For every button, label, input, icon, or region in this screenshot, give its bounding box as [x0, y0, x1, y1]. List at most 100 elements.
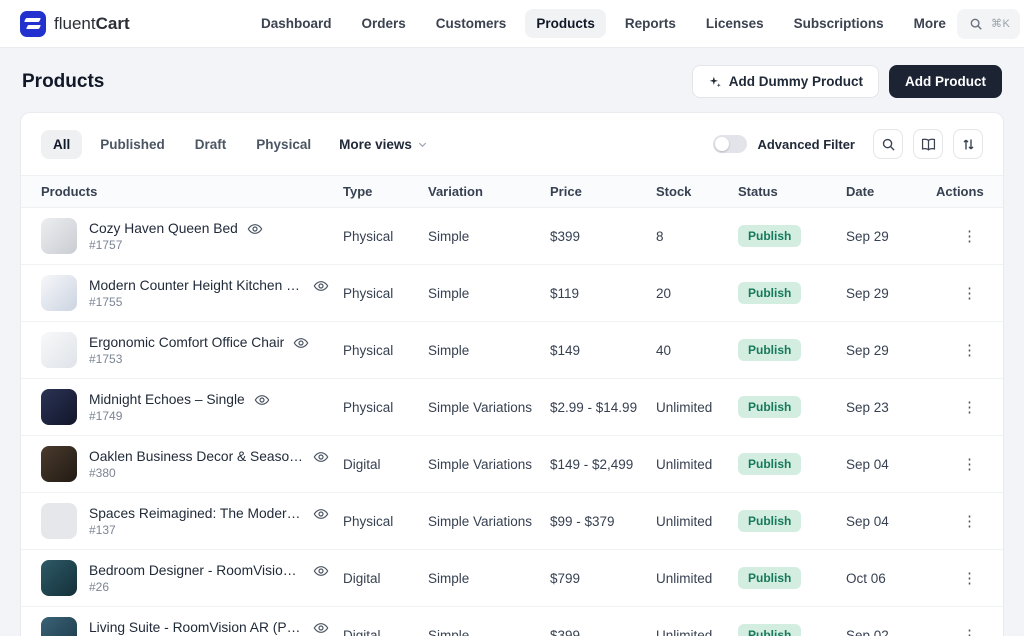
preview-eye-icon[interactable]: [313, 620, 329, 636]
product-name[interactable]: Ergonomic Comfort Office Chair: [89, 335, 284, 350]
row-actions-kebab-icon[interactable]: ⋮: [956, 510, 983, 533]
col-date: Date: [846, 184, 936, 199]
product-stock: 20: [656, 286, 738, 301]
product-price: $99 - $379: [550, 514, 656, 529]
tab-all[interactable]: All: [41, 130, 82, 159]
view-tabs: All Published Draft Physical More views: [41, 130, 438, 159]
col-price: Price: [550, 184, 656, 199]
product-type: Physical: [343, 229, 428, 244]
search-icon: [967, 15, 985, 33]
preview-eye-icon[interactable]: [293, 335, 309, 351]
table-row: Modern Counter Height Kitchen Chair #175…: [21, 265, 1003, 322]
table-row: Bedroom Designer - RoomVision AR (... #2…: [21, 550, 1003, 607]
product-variation: Simple: [428, 571, 550, 586]
nav-item-subscriptions[interactable]: Subscriptions: [783, 9, 895, 38]
more-views-dropdown[interactable]: More views: [329, 130, 438, 159]
product-id: #26: [89, 580, 109, 594]
product-type: Digital: [343, 457, 428, 472]
add-product-button[interactable]: Add Product: [889, 65, 1002, 98]
product-name[interactable]: Midnight Echoes – Single: [89, 392, 245, 407]
columns-book-button[interactable]: [913, 129, 943, 159]
sort-button[interactable]: [953, 129, 983, 159]
product-name[interactable]: Spaces Reimagined: The Modern Gui...: [89, 506, 304, 521]
product-type: Physical: [343, 400, 428, 415]
product-name[interactable]: Oaklen Business Decor & Seasonal Int...: [89, 449, 304, 464]
tab-draft[interactable]: Draft: [183, 130, 239, 159]
product-price: $399: [550, 628, 656, 636]
table-search-button[interactable]: [873, 129, 903, 159]
row-actions-kebab-icon[interactable]: ⋮: [956, 225, 983, 248]
global-search-button[interactable]: ⌘K: [957, 9, 1020, 39]
col-type: Type: [343, 184, 428, 199]
col-products: Products: [41, 184, 343, 199]
row-actions-kebab-icon[interactable]: ⋮: [956, 282, 983, 305]
preview-eye-icon[interactable]: [313, 278, 329, 294]
product-type: Physical: [343, 514, 428, 529]
add-dummy-product-button[interactable]: Add Dummy Product: [692, 65, 879, 98]
row-actions-kebab-icon[interactable]: ⋮: [956, 567, 983, 590]
nav-item-customers[interactable]: Customers: [425, 9, 518, 38]
row-actions-kebab-icon[interactable]: ⋮: [956, 453, 983, 476]
product-variation: Simple: [428, 229, 550, 244]
product-price: $2.99 - $14.99: [550, 400, 656, 415]
table-header: Products Type Variation Price Stock Stat…: [21, 175, 1003, 208]
product-thumbnail[interactable]: [41, 389, 77, 425]
product-price: $119: [550, 286, 656, 301]
product-thumbnail[interactable]: [41, 617, 77, 636]
sparkles-icon: [708, 75, 722, 89]
tab-physical[interactable]: Physical: [244, 130, 323, 159]
product-date: Sep 04: [846, 514, 936, 529]
preview-eye-icon[interactable]: [313, 506, 329, 522]
row-actions-kebab-icon[interactable]: ⋮: [956, 396, 983, 419]
status-badge: Publish: [738, 282, 801, 304]
search-shortcut-label: ⌘K: [991, 17, 1010, 30]
product-variation: Simple: [428, 286, 550, 301]
product-thumbnail[interactable]: [41, 218, 77, 254]
tab-published[interactable]: Published: [88, 130, 177, 159]
product-name[interactable]: Living Suite - RoomVision AR (Profess...: [89, 620, 304, 635]
table-row: Living Suite - RoomVision AR (Profess...…: [21, 607, 1003, 636]
product-name[interactable]: Cozy Haven Queen Bed: [89, 221, 238, 236]
product-date: Sep 29: [846, 229, 936, 244]
table-row: Cozy Haven Queen Bed #1757 Physical Simp…: [21, 208, 1003, 265]
status-badge: Publish: [738, 396, 801, 418]
preview-eye-icon[interactable]: [254, 392, 270, 408]
add-product-label: Add Product: [905, 74, 986, 89]
fluentcart-logo-icon: [20, 11, 46, 37]
brand-logo[interactable]: fluentCart: [20, 11, 190, 37]
preview-eye-icon[interactable]: [247, 221, 263, 237]
preview-eye-icon[interactable]: [313, 563, 329, 579]
col-stock: Stock: [656, 184, 738, 199]
status-badge: Publish: [738, 624, 801, 636]
product-stock: Unlimited: [656, 514, 738, 529]
nav-item-more[interactable]: More: [903, 9, 957, 38]
product-thumbnail[interactable]: [41, 560, 77, 596]
products-card: All Published Draft Physical More views …: [20, 112, 1004, 636]
nav-item-orders[interactable]: Orders: [351, 9, 417, 38]
product-id: #380: [89, 466, 116, 480]
product-name[interactable]: Modern Counter Height Kitchen Chair: [89, 278, 304, 293]
product-date: Sep 02: [846, 628, 936, 636]
col-status: Status: [738, 184, 846, 199]
product-thumbnail[interactable]: [41, 332, 77, 368]
product-thumbnail[interactable]: [41, 446, 77, 482]
row-actions-kebab-icon[interactable]: ⋮: [956, 624, 983, 636]
product-name[interactable]: Bedroom Designer - RoomVision AR (...: [89, 563, 304, 578]
status-badge: Publish: [738, 453, 801, 475]
brand-wordmark: fluentCart: [54, 14, 130, 34]
product-variation: Simple: [428, 628, 550, 636]
row-actions-kebab-icon[interactable]: ⋮: [956, 339, 983, 362]
preview-eye-icon[interactable]: [313, 449, 329, 465]
nav-item-licenses[interactable]: Licenses: [695, 9, 775, 38]
status-badge: Publish: [738, 339, 801, 361]
nav-item-reports[interactable]: Reports: [614, 9, 687, 38]
status-badge: Publish: [738, 567, 801, 589]
nav-item-dashboard[interactable]: Dashboard: [250, 9, 343, 38]
product-thumbnail[interactable]: [41, 275, 77, 311]
advanced-filter-toggle[interactable]: [713, 135, 747, 153]
product-thumbnail[interactable]: [41, 503, 77, 539]
product-type: Digital: [343, 628, 428, 636]
nav-item-products[interactable]: Products: [525, 9, 606, 38]
product-variation: Simple Variations: [428, 514, 550, 529]
table-row: Midnight Echoes – Single #1749 Physical …: [21, 379, 1003, 436]
